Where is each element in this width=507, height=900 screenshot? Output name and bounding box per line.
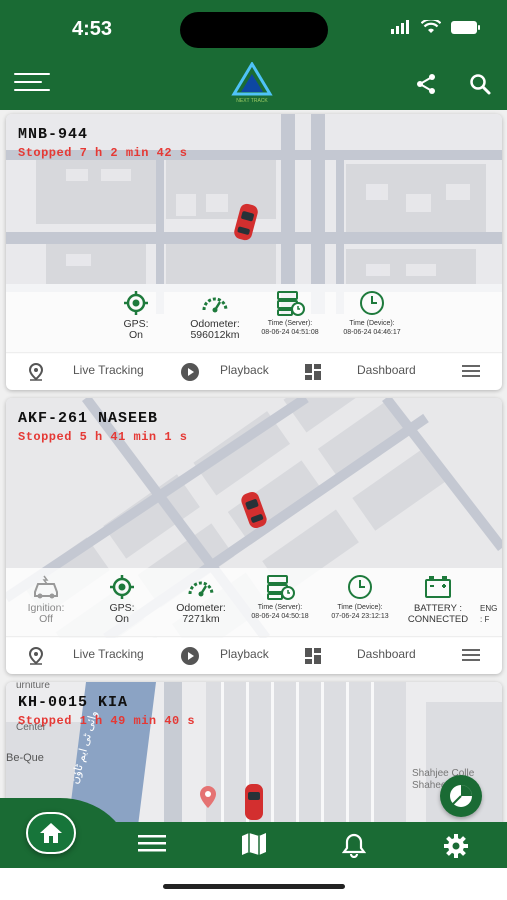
- battery-icon: [451, 20, 480, 34]
- time-device-label: Time (Device):: [337, 604, 383, 611]
- time-server-stat: Time (Server): 08-06-24 04:50:18: [244, 574, 316, 621]
- home-icon: [40, 823, 62, 843]
- share-icon[interactable]: [414, 72, 438, 96]
- car-ignition-icon: [34, 575, 58, 599]
- vehicle-status: Stopped 7 h 2 min 42 s: [18, 146, 188, 160]
- playback-button[interactable]: Playback: [220, 363, 269, 377]
- server-time-icon: [267, 575, 295, 600]
- bell-icon[interactable]: [342, 832, 366, 858]
- pie-chart-icon: [450, 785, 472, 807]
- menu-icon[interactable]: [138, 832, 166, 854]
- time-device-label: Time (Device):: [349, 320, 395, 327]
- stats-row: Ignition: Off GPS: On Odometer: 7271km T…: [6, 574, 502, 630]
- time-device-stat: Time (Device): 07-06-24 23:12:13: [324, 574, 396, 621]
- gps-stat: GPS: On: [112, 290, 160, 341]
- live-tracking-button[interactable]: Live Tracking: [73, 363, 144, 377]
- app-header: NEXT TRACK: [0, 58, 507, 110]
- location-pin-icon[interactable]: [28, 647, 44, 665]
- time-server-label: Time (Server):: [257, 604, 303, 611]
- more-menu-icon[interactable]: [462, 649, 480, 661]
- vehicle-name: KH-0015 KIA: [18, 694, 129, 711]
- map-label: urniture: [16, 682, 50, 691]
- svg-text:NEXT TRACK: NEXT TRACK: [236, 98, 268, 104]
- dashboard-button[interactable]: Dashboard: [357, 647, 416, 661]
- time-server-label: Time (Server):: [267, 320, 313, 327]
- vehicle-name: MNB-944: [18, 126, 89, 143]
- wifi-icon: [421, 20, 441, 33]
- battery-label: BATTERY :: [413, 603, 463, 614]
- dynamic-island: [180, 12, 328, 48]
- cellular-icon: [391, 20, 409, 34]
- card-actions: Live Tracking Playback Dashboard: [6, 636, 502, 672]
- gps-value: On: [114, 613, 129, 625]
- map-icon[interactable]: [240, 832, 268, 856]
- server-time-icon: [277, 291, 305, 316]
- map-label: Be-Que: [6, 752, 44, 764]
- ignition-stat: Ignition: Off: [14, 574, 78, 625]
- dashboard-button[interactable]: Dashboard: [357, 363, 416, 377]
- gps-value: On: [128, 329, 143, 341]
- odometer-icon: [188, 581, 214, 597]
- app-logo: NEXT TRACK: [231, 62, 273, 104]
- settings-icon[interactable]: [442, 832, 470, 860]
- gps-stat: GPS: On: [98, 574, 146, 625]
- status-time: 4:53: [72, 18, 113, 40]
- odometer-value: 596012km: [190, 329, 240, 341]
- engine-stat: ENG : F: [480, 574, 502, 625]
- card-actions: Live Tracking Playback Dashboard: [6, 352, 502, 388]
- more-menu-icon[interactable]: [462, 365, 480, 377]
- play-icon[interactable]: [180, 646, 200, 666]
- vehicle-card[interactable]: MNB-944 Stopped 7 h 2 min 42 s GPS: On O…: [6, 114, 502, 390]
- car-battery-icon: [425, 576, 451, 598]
- location-pin-icon[interactable]: [28, 363, 44, 381]
- odometer-stat: Odometer: 7271km: [166, 574, 236, 625]
- gps-icon: [124, 291, 148, 315]
- battery-stat: BATTERY : CONNECTED: [400, 574, 476, 625]
- playback-button[interactable]: Playback: [220, 647, 269, 661]
- ignition-value: Off: [39, 613, 53, 625]
- vehicle-card[interactable]: AKF-261 NASEEB Stopped 5 h 41 min 1 s Ig…: [6, 398, 502, 674]
- engine-value: : F: [480, 615, 490, 624]
- vehicle-list[interactable]: MNB-944 Stopped 7 h 2 min 42 s GPS: On O…: [0, 110, 507, 826]
- home-button[interactable]: [26, 812, 76, 854]
- vehicle-name: AKF-261 NASEEB: [18, 410, 159, 427]
- vehicle-status: Stopped 5 h 41 min 1 s: [18, 430, 188, 444]
- time-device-value: 08-06-24 04:46:17: [343, 329, 401, 336]
- odometer-icon: [202, 297, 228, 313]
- battery-value: CONNECTED: [407, 614, 469, 625]
- vehicle-status: Stopped 1 h 49 min 40 s: [18, 714, 196, 728]
- dashboard-icon[interactable]: [304, 647, 322, 665]
- odometer-stat: Odometer: 596012km: [180, 290, 250, 341]
- stats-row: GPS: On Odometer: 596012km Time (Server)…: [6, 290, 502, 346]
- hamburger-menu-icon[interactable]: [14, 73, 50, 95]
- status-bar: 4:53: [0, 0, 507, 58]
- clock-icon: [360, 291, 384, 315]
- time-device-value: 07-06-24 23:12:13: [331, 613, 389, 620]
- dashboard-icon[interactable]: [304, 363, 322, 381]
- time-device-stat: Time (Device): 08-06-24 04:46:17: [336, 290, 408, 337]
- search-icon[interactable]: [468, 72, 492, 96]
- play-icon[interactable]: [180, 362, 200, 382]
- odometer-value: 7271km: [182, 613, 220, 625]
- status-icons: [391, 20, 480, 34]
- engine-label: ENG: [480, 604, 498, 613]
- stats-fab[interactable]: [440, 775, 482, 817]
- home-indicator[interactable]: [163, 884, 345, 889]
- time-server-value: 08-06-24 04:50:18: [251, 613, 309, 620]
- time-server-value: 08-06-24 04:51:08: [261, 329, 319, 336]
- gps-icon: [110, 575, 134, 599]
- time-server-stat: Time (Server): 08-06-24 04:51:08: [254, 290, 326, 337]
- live-tracking-button[interactable]: Live Tracking: [73, 647, 144, 661]
- clock-icon: [348, 575, 372, 599]
